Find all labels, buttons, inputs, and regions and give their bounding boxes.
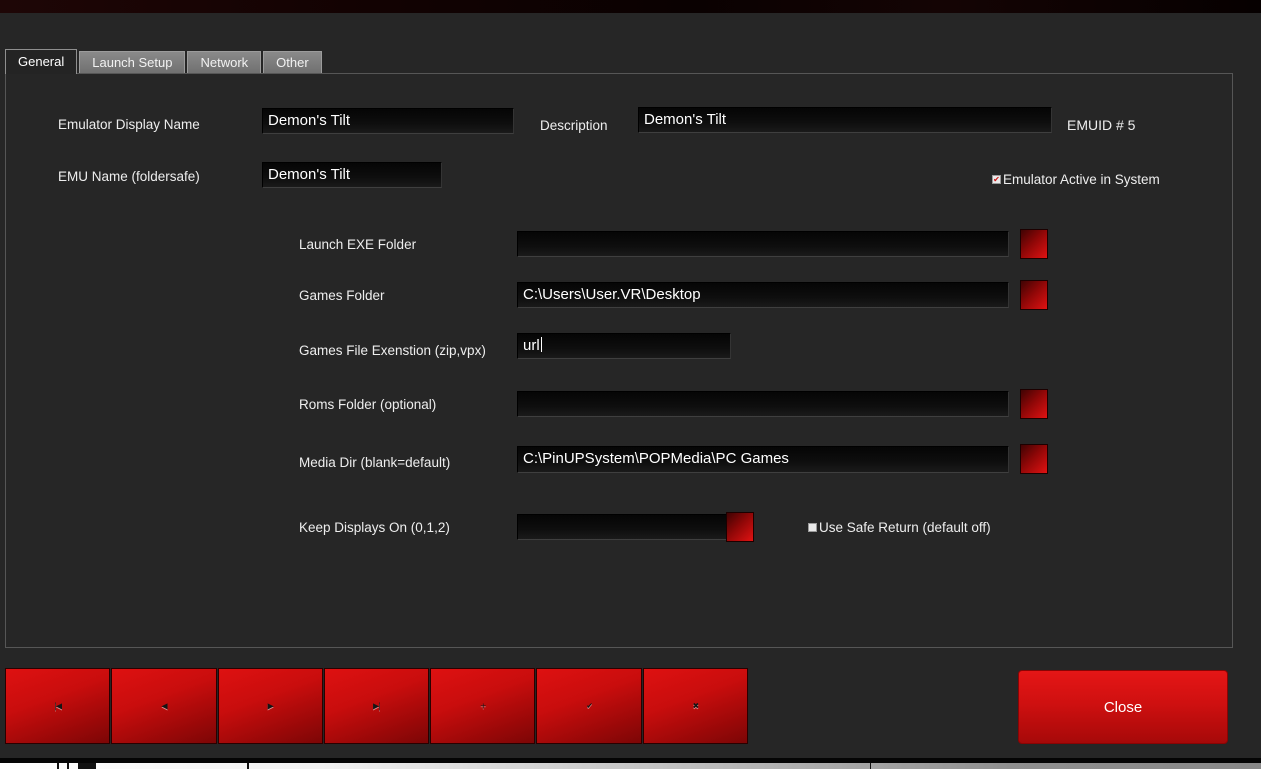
games-folder-field[interactable]: C:\Users\User.VR\Desktop <box>517 282 1009 308</box>
roms-folder-field[interactable] <box>517 391 1009 417</box>
nav-prior-button[interactable]: ◀ <box>111 668 216 744</box>
tab-other[interactable]: Other <box>263 51 322 74</box>
bottom-edge-mark <box>247 763 249 769</box>
title-strip <box>0 0 1261 13</box>
keep-displays-browse-button[interactable] <box>726 512 754 542</box>
post-edit-icon: ✔ <box>586 702 592 711</box>
tab-network[interactable]: Network <box>187 51 261 74</box>
roms-folder-browse-button[interactable] <box>1020 389 1048 419</box>
games-folder-label: Games Folder <box>299 288 385 303</box>
nav-insert-button[interactable]: + <box>430 668 535 744</box>
background-window-edge <box>0 763 1261 769</box>
text-caret <box>541 337 542 352</box>
tab-general[interactable]: General <box>5 49 77 74</box>
close-button-label: Close <box>1104 699 1142 716</box>
record-navigator: |◀ ◀ ▶ ▶| + ✔ ✖ <box>5 668 749 744</box>
launch-exe-browse-button[interactable] <box>1020 229 1048 259</box>
first-record-icon: |◀ <box>54 702 61 711</box>
description-label: Description <box>540 118 608 133</box>
description-field[interactable]: Demon's Tilt <box>638 107 1052 133</box>
insert-record-icon: + <box>480 702 486 711</box>
media-dir-label: Media Dir (blank=default) <box>299 455 450 470</box>
media-dir-browse-button[interactable] <box>1020 444 1048 474</box>
launch-exe-label: Launch EXE Folder <box>299 237 416 252</box>
nav-post-button[interactable]: ✔ <box>536 668 641 744</box>
games-folder-browse-button[interactable] <box>1020 280 1048 310</box>
tab-bar: General Launch Setup Network Other <box>5 50 324 74</box>
launch-exe-field[interactable] <box>517 231 1009 257</box>
display-name-value: Demon's Tilt <box>268 112 350 129</box>
display-name-field[interactable]: Demon's Tilt <box>262 108 514 134</box>
emulator-active-label: Emulator Active in System <box>1003 172 1160 187</box>
emu-name-value: Demon's Tilt <box>268 166 350 183</box>
description-value: Demon's Tilt <box>644 111 726 128</box>
keep-displays-field[interactable] <box>517 514 727 540</box>
emuid-text: EMUID # 5 <box>1067 117 1135 133</box>
nav-first-button[interactable]: |◀ <box>5 668 110 744</box>
nav-cancel-button[interactable]: ✖ <box>643 668 748 744</box>
media-dir-field[interactable]: C:\PinUPSystem\POPMedia\PC Games <box>517 446 1009 473</box>
media-dir-value: C:\PinUPSystem\POPMedia\PC Games <box>523 450 789 467</box>
cancel-edit-icon: ✖ <box>692 702 698 711</box>
safe-return-checkbox[interactable] <box>808 523 817 532</box>
keep-displays-label: Keep Displays On (0,1,2) <box>299 520 450 535</box>
games-ext-label: Games File Exenstion (zip,vpx) <box>299 343 486 358</box>
bottom-edge-mark <box>78 763 96 769</box>
roms-folder-label: Roms Folder (optional) <box>299 397 436 412</box>
nav-next-button[interactable]: ▶ <box>218 668 323 744</box>
emulator-active-checkbox[interactable]: ✔ <box>992 175 1001 184</box>
next-record-icon: ▶ <box>268 702 273 711</box>
bottom-edge-mark <box>67 763 69 769</box>
tab-launch-setup[interactable]: Launch Setup <box>79 51 185 74</box>
close-button[interactable]: Close <box>1018 670 1228 744</box>
display-name-label: Emulator Display Name <box>58 117 200 132</box>
games-ext-value: url <box>523 337 540 354</box>
emu-name-label: EMU Name (foldersafe) <box>58 169 200 184</box>
bottom-edge-mark <box>870 763 871 769</box>
emu-name-field[interactable]: Demon's Tilt <box>262 162 442 188</box>
bottom-edge-mark <box>57 763 59 769</box>
games-ext-field[interactable]: url <box>517 333 731 359</box>
last-record-icon: ▶| <box>373 702 380 711</box>
games-folder-value: C:\Users\User.VR\Desktop <box>523 286 701 303</box>
safe-return-label: Use Safe Return (default off) <box>819 520 991 535</box>
prior-record-icon: ◀ <box>161 702 166 711</box>
nav-last-button[interactable]: ▶| <box>324 668 429 744</box>
general-tab-panel <box>5 73 1233 648</box>
